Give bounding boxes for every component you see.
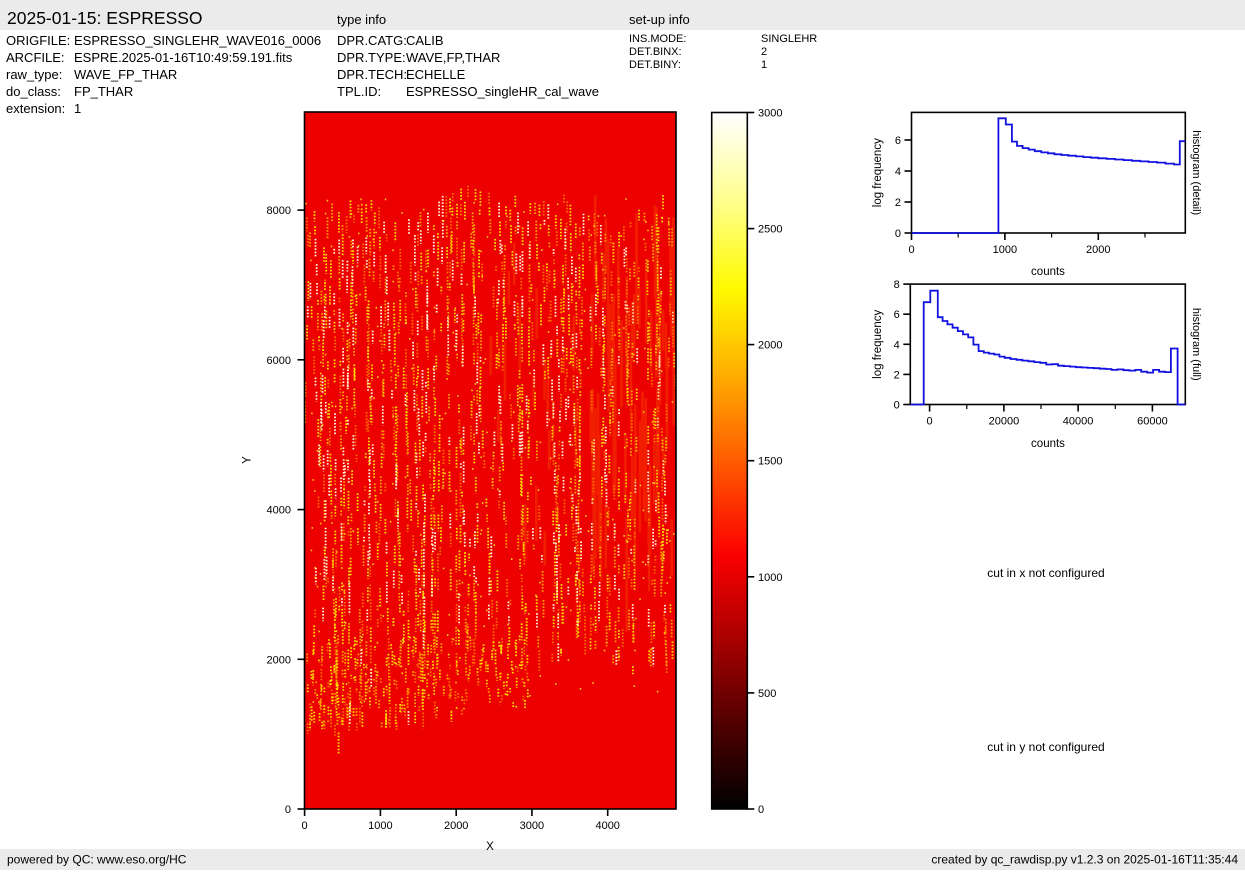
svg-text:2: 2 [894, 369, 900, 381]
svg-text:FP_THAR: FP_THAR [74, 84, 133, 99]
svg-text:ESPRE.2025-01-16T10:49:59.191.: ESPRE.2025-01-16T10:49:59.191.fits [74, 50, 293, 65]
svg-text:counts: counts [1031, 266, 1065, 278]
svg-text:3000: 3000 [520, 820, 544, 832]
svg-text:4: 4 [895, 166, 901, 178]
svg-text:60000: 60000 [1137, 416, 1168, 428]
svg-text:1000: 1000 [993, 244, 1017, 256]
svg-text:6000: 6000 [267, 355, 291, 367]
svg-text:raw_type:: raw_type: [6, 67, 62, 82]
svg-text:TPL.ID:: TPL.ID: [337, 84, 381, 99]
svg-text:500: 500 [758, 688, 776, 700]
svg-text:2: 2 [761, 46, 767, 58]
svg-text:2000: 2000 [444, 820, 468, 832]
svg-text:1: 1 [74, 101, 81, 116]
svg-text:0: 0 [894, 400, 900, 412]
svg-text:2000: 2000 [758, 340, 782, 352]
svg-text:ECHELLE: ECHELLE [406, 67, 466, 82]
svg-text:powered by QC: www.eso.org/HC: powered by QC: www.eso.org/HC [7, 853, 187, 867]
svg-text:histogram (detail): histogram (detail) [1190, 130, 1202, 215]
svg-text:6: 6 [895, 135, 901, 147]
svg-text:DET.BINY:: DET.BINY: [629, 59, 681, 71]
svg-text:ORIGFILE:: ORIGFILE: [6, 33, 70, 48]
svg-text:WAVE,FP,THAR: WAVE,FP,THAR [406, 50, 500, 65]
svg-text:40000: 40000 [1063, 416, 1094, 428]
svg-text:Y: Y [242, 456, 254, 464]
svg-text:histogram (full): histogram (full) [1190, 308, 1202, 381]
svg-text:3000: 3000 [758, 108, 782, 120]
svg-text:cut in y not configured: cut in y not configured [987, 740, 1104, 754]
svg-text:0: 0 [927, 416, 933, 428]
svg-text:ARCFILE:: ARCFILE: [6, 50, 65, 65]
svg-text:ESPRESSO_singleHR_cal_wave: ESPRESSO_singleHR_cal_wave [406, 84, 599, 99]
svg-text:1000: 1000 [368, 820, 392, 832]
svg-text:DPR.TYPE:: DPR.TYPE: [337, 50, 406, 65]
svg-text:2000: 2000 [267, 654, 291, 666]
svg-text:2025-01-15: ESPRESSO: 2025-01-15: ESPRESSO [7, 8, 203, 28]
svg-text:extension:: extension: [6, 101, 65, 116]
svg-text:log frequency: log frequency [872, 138, 884, 207]
svg-text:0: 0 [302, 820, 308, 832]
svg-text:4000: 4000 [267, 505, 291, 517]
svg-text:1500: 1500 [758, 456, 782, 468]
svg-text:DPR.TECH:: DPR.TECH: [337, 67, 407, 82]
svg-text:8: 8 [894, 279, 900, 291]
svg-text:DET.BINX:: DET.BINX: [629, 46, 682, 58]
svg-text:INS.MODE:: INS.MODE: [629, 33, 686, 45]
svg-text:X: X [486, 841, 494, 853]
svg-text:WAVE_FP_THAR: WAVE_FP_THAR [74, 67, 177, 82]
svg-text:cut in x not configured: cut in x not configured [987, 566, 1104, 580]
svg-text:1: 1 [761, 59, 767, 71]
svg-text:counts: counts [1031, 438, 1065, 450]
svg-text:ESPRESSO_SINGLEHR_WAVE016_0006: ESPRESSO_SINGLEHR_WAVE016_0006 [74, 33, 321, 48]
svg-text:set-up info: set-up info [629, 12, 690, 27]
svg-text:2000: 2000 [1086, 244, 1110, 256]
svg-text:0: 0 [895, 228, 901, 240]
svg-text:DPR.CATG:: DPR.CATG: [337, 33, 407, 48]
svg-text:2: 2 [895, 197, 901, 209]
svg-text:0: 0 [285, 804, 291, 816]
svg-text:do_class:: do_class: [6, 84, 61, 99]
svg-text:1000: 1000 [758, 572, 782, 584]
svg-text:log frequency: log frequency [872, 310, 884, 379]
svg-text:6: 6 [894, 309, 900, 321]
svg-text:created by qc_rawdisp.py v1.2.: created by qc_rawdisp.py v1.2.3 on 2025-… [931, 853, 1238, 867]
svg-text:20000: 20000 [989, 416, 1020, 428]
svg-text:8000: 8000 [267, 205, 291, 217]
svg-text:4000: 4000 [595, 820, 619, 832]
svg-text:0: 0 [908, 244, 914, 256]
svg-text:4: 4 [894, 339, 900, 351]
svg-text:type info: type info [337, 12, 386, 27]
svg-text:0: 0 [758, 804, 764, 816]
svg-text:SINGLEHR: SINGLEHR [761, 33, 817, 45]
svg-text:CALIB: CALIB [406, 33, 444, 48]
svg-text:2500: 2500 [758, 224, 782, 236]
